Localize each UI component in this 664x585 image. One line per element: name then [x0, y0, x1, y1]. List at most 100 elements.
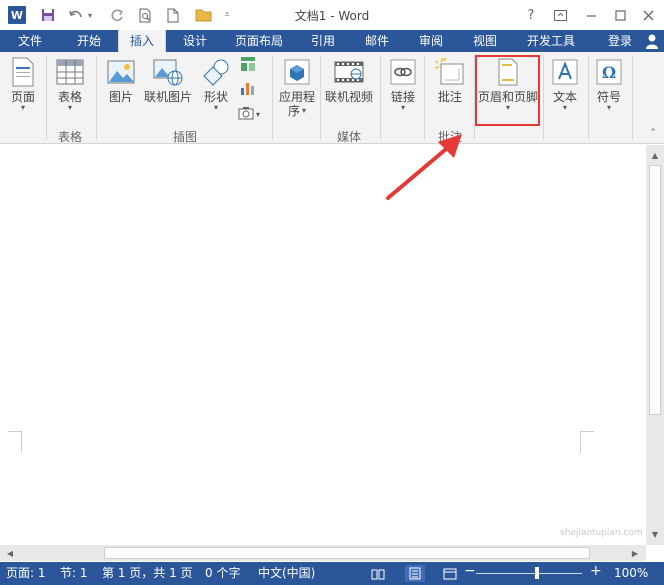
tab-home[interactable]: 开始 [66, 30, 112, 52]
tab-insert[interactable]: 插入 [118, 30, 166, 52]
group-label-tables: 表格 [57, 130, 82, 144]
group-separator [320, 56, 321, 140]
chart-button[interactable] [238, 80, 258, 96]
group-separator [272, 56, 273, 140]
new-document-icon[interactable] [164, 6, 182, 24]
horizontal-scrollbar[interactable]: ◀ ▶ [0, 545, 646, 561]
omega-icon: Ω [593, 56, 625, 88]
symbol-label: 符号 [596, 90, 621, 104]
tab-page-layout[interactable]: 页面布局 [226, 30, 292, 52]
smartart-button[interactable] [238, 56, 258, 72]
apps-label: 应用程 [278, 90, 315, 104]
user-avatar[interactable] [642, 30, 662, 52]
group-separator [96, 56, 97, 140]
tab-developer[interactable]: 开发工具 [516, 30, 586, 52]
vertical-scrollbar[interactable]: ▲ ▼ [646, 145, 664, 545]
status-language[interactable]: 中文(中国) [258, 566, 315, 581]
chevron-down-icon: ▾ [302, 106, 307, 115]
group-label-media: 媒体 [336, 130, 361, 144]
scroll-down-icon[interactable]: ▼ [648, 527, 662, 541]
new-comment-icon [434, 56, 466, 88]
chevron-down-icon: ▾ [400, 103, 405, 112]
shapes-button[interactable]: 形状 ▾ [198, 56, 234, 112]
online-picture-button[interactable]: 联机图片 [140, 56, 196, 104]
shapes-label: 形状 [203, 90, 228, 104]
chevron-down-icon: ▾ [256, 109, 261, 119]
page-button[interactable]: 页面 ▾ [6, 56, 40, 112]
vertical-scroll-thumb[interactable] [649, 165, 661, 415]
status-section[interactable]: 节: 1 [60, 566, 88, 581]
text-box-icon [549, 56, 581, 88]
status-page-of[interactable]: 第 1 页，共 1 页 [102, 566, 193, 581]
collapse-ribbon-icon[interactable]: ⌃ [646, 124, 660, 142]
watermark: shejiaotupian.com [560, 528, 643, 538]
status-word-count[interactable]: 0 个字 [205, 566, 240, 581]
tab-file[interactable]: 文件 [0, 30, 60, 52]
screenshot-icon [238, 107, 254, 120]
shapes-icon [200, 56, 232, 88]
ribbon-tabs: 文件 开始 插入 设计 页面布局 引用 邮件 审阅 视图 开发工具 登录 [0, 30, 664, 52]
scroll-left-icon[interactable]: ◀ [3, 546, 17, 560]
maximize-icon[interactable] [611, 6, 629, 24]
group-separator [543, 56, 544, 140]
title-bar: W ▾ ⩡ 文档1 - Word ? [0, 0, 664, 30]
ribbon-display-icon[interactable] [551, 6, 569, 24]
save-icon[interactable] [38, 6, 58, 24]
undo-icon[interactable] [66, 6, 86, 24]
text-button[interactable]: 文本 ▾ [546, 56, 584, 112]
margin-corner-mark [580, 431, 594, 453]
group-separator [632, 56, 633, 140]
page-icon [7, 56, 39, 88]
chevron-down-icon: ▾ [562, 103, 567, 112]
zoom-slider-track[interactable] [476, 573, 582, 574]
redo-icon[interactable] [108, 6, 126, 24]
table-button[interactable]: 表格 ▾ [52, 56, 88, 112]
group-label-illustrations: 插图 [172, 130, 197, 144]
print-layout-icon[interactable] [405, 565, 425, 582]
tab-design[interactable]: 设计 [172, 30, 218, 52]
smartart-icon [241, 57, 255, 71]
signin-link[interactable]: 登录 [600, 30, 640, 52]
online-picture-label: 联机图片 [143, 90, 192, 104]
ribbon-insert-panel: 页面 ▾ 表格 ▾ 表格 图片 联机图片 形状 ▾ ▾ 插图 应用程 序 ▾ 联… [0, 52, 664, 144]
tab-review[interactable]: 审阅 [408, 30, 454, 52]
web-layout-icon[interactable] [440, 565, 460, 582]
customize-qat-icon[interactable]: ⩡ [220, 6, 234, 24]
tab-references[interactable]: 引用 [300, 30, 346, 52]
word-app-icon[interactable]: W [8, 6, 26, 24]
online-video-label: 联机视频 [324, 90, 373, 104]
tab-mailings[interactable]: 邮件 [354, 30, 400, 52]
tab-view[interactable]: 视图 [462, 30, 508, 52]
group-separator [588, 56, 589, 140]
comment-label: 批注 [437, 90, 462, 104]
picture-button[interactable]: 图片 [104, 56, 138, 104]
group-separator [46, 56, 47, 140]
scroll-right-icon[interactable]: ▶ [628, 546, 642, 560]
zoom-out-button[interactable]: − [464, 564, 476, 579]
comment-button[interactable]: 批注 [428, 56, 472, 104]
zoom-in-button[interactable]: + [590, 564, 602, 579]
undo-dropdown-icon[interactable]: ▾ [84, 6, 96, 24]
chevron-down-icon: ▾ [20, 103, 25, 112]
read-mode-icon[interactable] [368, 565, 388, 582]
horizontal-scroll-thumb[interactable] [104, 547, 590, 559]
document-area[interactable] [0, 145, 646, 545]
zoom-slider-thumb[interactable] [535, 567, 539, 579]
screenshot-button[interactable]: ▾ [238, 106, 268, 120]
help-icon[interactable]: ? [524, 6, 538, 24]
online-video-button[interactable]: 联机视频 [322, 56, 376, 104]
print-preview-icon[interactable] [136, 6, 154, 24]
symbol-button[interactable]: Ω 符号 ▾ [590, 56, 628, 112]
picture-label: 图片 [108, 90, 133, 104]
online-picture-icon [152, 56, 184, 88]
minimize-icon[interactable] [582, 6, 600, 24]
close-icon[interactable] [639, 6, 657, 24]
open-folder-icon[interactable] [194, 6, 214, 24]
status-page[interactable]: 页面: 1 [6, 566, 46, 581]
status-bar: 页面: 1 节: 1 第 1 页，共 1 页 0 个字 中文(中国) − + 1… [0, 562, 664, 585]
scroll-up-icon[interactable]: ▲ [648, 148, 662, 162]
text-label: 文本 [552, 90, 577, 104]
zoom-level[interactable]: 100% [614, 566, 648, 581]
apps-button[interactable]: 应用程 序 ▾ [276, 56, 318, 118]
link-button[interactable]: 链接 ▾ [384, 56, 422, 112]
